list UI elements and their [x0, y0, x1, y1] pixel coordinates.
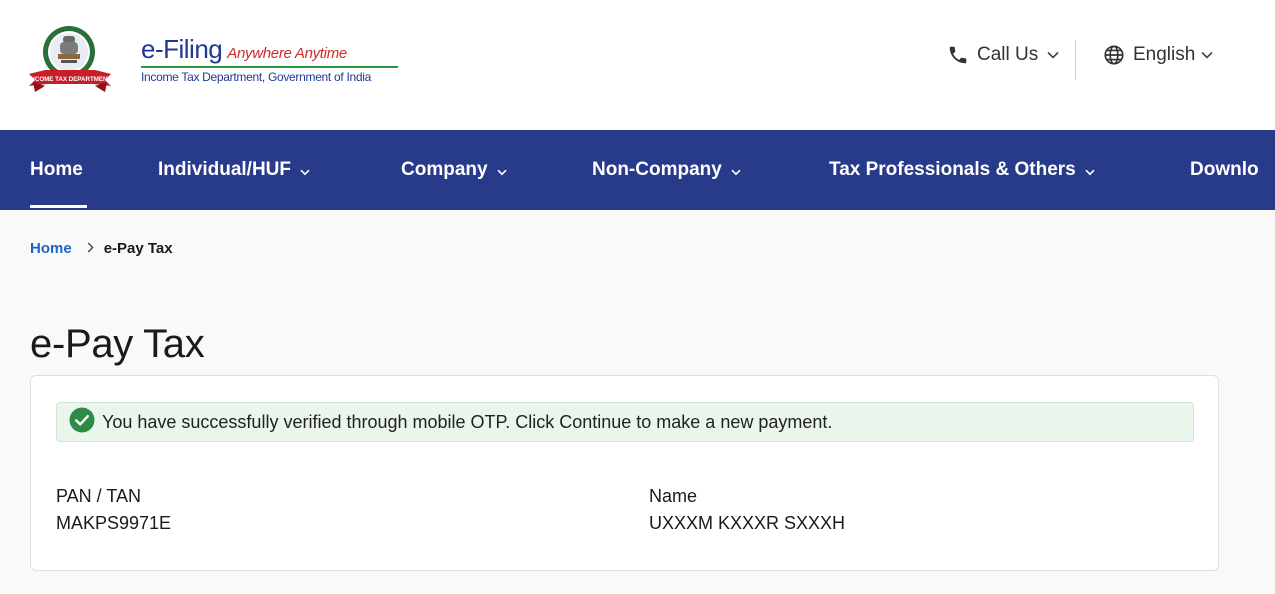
call-us-label: Call Us [977, 44, 1039, 65]
nav-item-home[interactable]: Home [30, 130, 83, 210]
chevron-down-icon [497, 160, 507, 182]
nav-item-label: Non-Company [592, 159, 722, 180]
name-field: Name UXXXM KXXXR SXXXH [649, 483, 845, 537]
success-message: You have successfully verified through m… [102, 411, 833, 432]
pan-tan-field: PAN / TAN MAKPS9971E [56, 483, 171, 537]
chevron-right-icon [87, 240, 94, 257]
nav-item-label: Individual/HUF [158, 159, 291, 180]
govt-emblem-icon[interactable]: INCOME TAX DEPARTMENT [27, 22, 137, 94]
nav-item-downloads[interactable]: Downlo [1190, 130, 1259, 210]
header-divider [1075, 40, 1076, 80]
page-title: e-Pay Tax [30, 322, 205, 366]
breadcrumb: Home e-Pay Tax [30, 240, 173, 257]
breadcrumb-current: e-Pay Tax [103, 240, 173, 257]
nav-item-non-company[interactable]: Non-Company [592, 130, 741, 210]
call-us-dropdown[interactable]: Call Us [947, 44, 1059, 66]
nav-item-individual-huf[interactable]: Individual/HUF [158, 130, 310, 210]
nav-item-label: Tax Professionals & Others [829, 159, 1076, 180]
nav-item-label: Downlo [1190, 159, 1259, 180]
chevron-down-icon [1047, 51, 1059, 59]
emblem-ribbon-text: INCOME TAX DEPARTMENT [29, 76, 112, 83]
nav-item-label: Home [30, 159, 83, 180]
chevron-down-icon [731, 160, 741, 182]
main-nav: Home Individual/HUF Company Non-Company … [0, 130, 1275, 210]
success-alert: You have successfully verified through m… [56, 402, 1194, 442]
brand-name: e-Filing [141, 34, 223, 64]
pan-tan-label: PAN / TAN [56, 486, 142, 506]
check-circle-icon [69, 407, 95, 438]
language-label: English [1133, 44, 1196, 65]
chevron-down-icon [300, 160, 310, 182]
site-header: INCOME TAX DEPARTMENT e-Filing Anywhere … [0, 0, 1275, 130]
verification-card: You have successfully verified through m… [30, 375, 1219, 571]
language-dropdown[interactable]: English [1103, 44, 1213, 66]
globe-icon [1103, 44, 1125, 66]
name-label: Name [649, 486, 698, 506]
pan-tan-value: MAKPS9971E [56, 513, 172, 533]
nav-item-label: Company [401, 159, 488, 180]
nav-item-company[interactable]: Company [401, 130, 507, 210]
brand-subtitle: Income Tax Department, Government of Ind… [141, 70, 371, 84]
brand-tagline: Anywhere Anytime [227, 45, 347, 62]
nav-item-tax-professionals[interactable]: Tax Professionals & Others [829, 130, 1095, 210]
brand-underline [141, 66, 398, 68]
breadcrumb-home-link[interactable]: Home [30, 240, 72, 257]
site-logo[interactable]: e-Filing Anywhere Anytime Income Tax Dep… [141, 34, 398, 84]
name-value: UXXXM KXXXR SXXXH [649, 513, 846, 533]
chevron-down-icon [1085, 160, 1095, 182]
chevron-down-icon [1201, 51, 1213, 59]
phone-icon [947, 44, 969, 66]
nav-active-indicator [30, 205, 87, 208]
